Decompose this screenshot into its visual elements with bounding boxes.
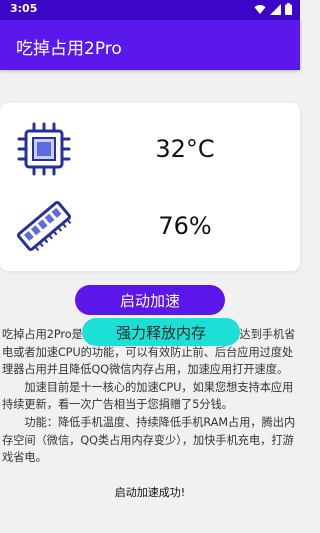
cpu-temp-value: 32°C bbox=[155, 135, 215, 163]
status-time: 3:05 bbox=[10, 2, 38, 15]
app-bar: 吃掉占用2Pro bbox=[0, 20, 300, 70]
description-paragraph-3: 功能：降低手机温度、持续降低手机RAM占用，腾出内存空间（微信，QQ类占用内存变… bbox=[2, 415, 296, 465]
app-description: 吃掉占用2Pro是一款通过占用处理器运行空间来达到手机省电或者加速CPU的功能，… bbox=[0, 326, 300, 467]
boost-button[interactable]: 启动加速 bbox=[75, 285, 225, 315]
status-message: 启动加速成功! bbox=[114, 486, 186, 499]
status-card: 32°C 76% bbox=[0, 103, 300, 271]
description-paragraph-2: 加速目前是十一核心的加速CPU，如果您想支持本应用持续更新，看一次广告相当于您捐… bbox=[2, 380, 294, 412]
cpu-temp-row: 32°C bbox=[0, 121, 300, 181]
status-bar: 3:05 bbox=[0, 0, 300, 20]
memory-usage-row: 76% bbox=[0, 198, 300, 258]
signal-icon bbox=[270, 3, 281, 15]
cpu-chip-icon bbox=[17, 122, 71, 176]
release-memory-button[interactable]: 强力释放内存 bbox=[82, 318, 240, 346]
app-title: 吃掉占用2Pro bbox=[16, 39, 122, 59]
status-icons bbox=[254, 3, 292, 15]
battery-icon bbox=[285, 3, 292, 15]
ram-module-icon bbox=[16, 200, 72, 252]
memory-usage-value: 76% bbox=[158, 212, 212, 240]
wifi-icon bbox=[254, 4, 266, 14]
